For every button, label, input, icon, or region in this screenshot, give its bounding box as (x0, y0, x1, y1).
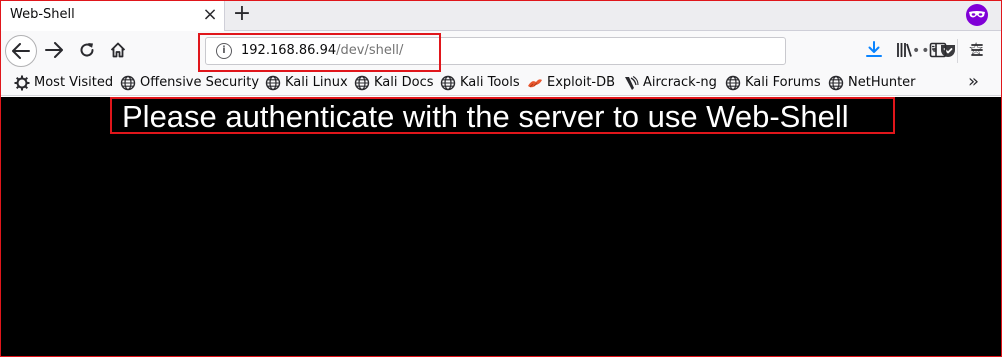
bookmark-label: Exploit-DB (547, 75, 616, 90)
toolbar-separator (957, 39, 958, 63)
bookmark-label: NetHunter (848, 75, 916, 90)
url-path: /dev/shell/ (336, 43, 404, 58)
library-icon[interactable] (896, 41, 916, 61)
home-button[interactable] (104, 36, 132, 64)
bookmark-label: Kali Linux (285, 75, 348, 90)
back-button[interactable] (5, 35, 37, 67)
bookmark-label: Offensive Security (140, 75, 260, 90)
auth-message-box: Please authenticate with the server to u… (110, 97, 895, 134)
info-icon[interactable]: i (216, 43, 232, 59)
globe-icon (828, 75, 844, 91)
close-tab-icon[interactable]: × (200, 5, 220, 25)
gear-icon (14, 75, 30, 91)
hamburger-menu-icon[interactable] (968, 41, 988, 61)
tab-web-shell[interactable]: Web-Shell × (1, 0, 225, 31)
exploit-db-icon (528, 79, 542, 88)
bookmark-label: Most Visited (34, 75, 114, 90)
bookmark-label: Kali Tools (460, 75, 520, 90)
forward-button[interactable] (40, 36, 68, 64)
globe-icon (120, 75, 136, 91)
url-text[interactable]: 192.168.86.94/dev/shell/ (241, 43, 403, 58)
home-icon (110, 42, 126, 58)
globe-icon (354, 75, 370, 91)
private-browsing-mask-icon (966, 4, 988, 26)
download-icon[interactable] (865, 41, 885, 61)
aircrack-icon (625, 76, 639, 90)
bookmark-label: Kali Forums (745, 75, 821, 90)
bookmarks-overflow-chevron-icon[interactable]: » (968, 73, 979, 91)
bookmark-label: Aircrack-ng (643, 75, 717, 90)
url-bar[interactable]: i 192.168.86.94/dev/shell/ ••• ☆ (205, 37, 984, 65)
tab-strip: Web-Shell × + (0, 0, 1002, 31)
forward-arrow-icon (45, 42, 63, 58)
bookmark-label: Kali Docs (374, 75, 434, 90)
globe-icon (725, 75, 741, 91)
sidebar-icon[interactable] (929, 41, 949, 61)
globe-icon (265, 75, 281, 91)
page-content: Please authenticate with the server to u… (0, 97, 1002, 357)
url-host: 192.168.86.94 (241, 43, 337, 58)
new-tab-button[interactable]: + (229, 1, 255, 27)
navigation-toolbar: i 192.168.86.94/dev/shell/ ••• ☆ (0, 31, 1002, 70)
auth-message: Please authenticate with the server to u… (122, 99, 849, 134)
reload-icon (80, 43, 94, 57)
back-arrow-icon (12, 43, 30, 59)
tab-title: Web-Shell (10, 7, 75, 22)
globe-icon (440, 75, 456, 91)
bookmarks-toolbar: Most Visited Offensive Security Kali Lin… (0, 70, 1002, 96)
reload-button[interactable] (73, 36, 101, 64)
